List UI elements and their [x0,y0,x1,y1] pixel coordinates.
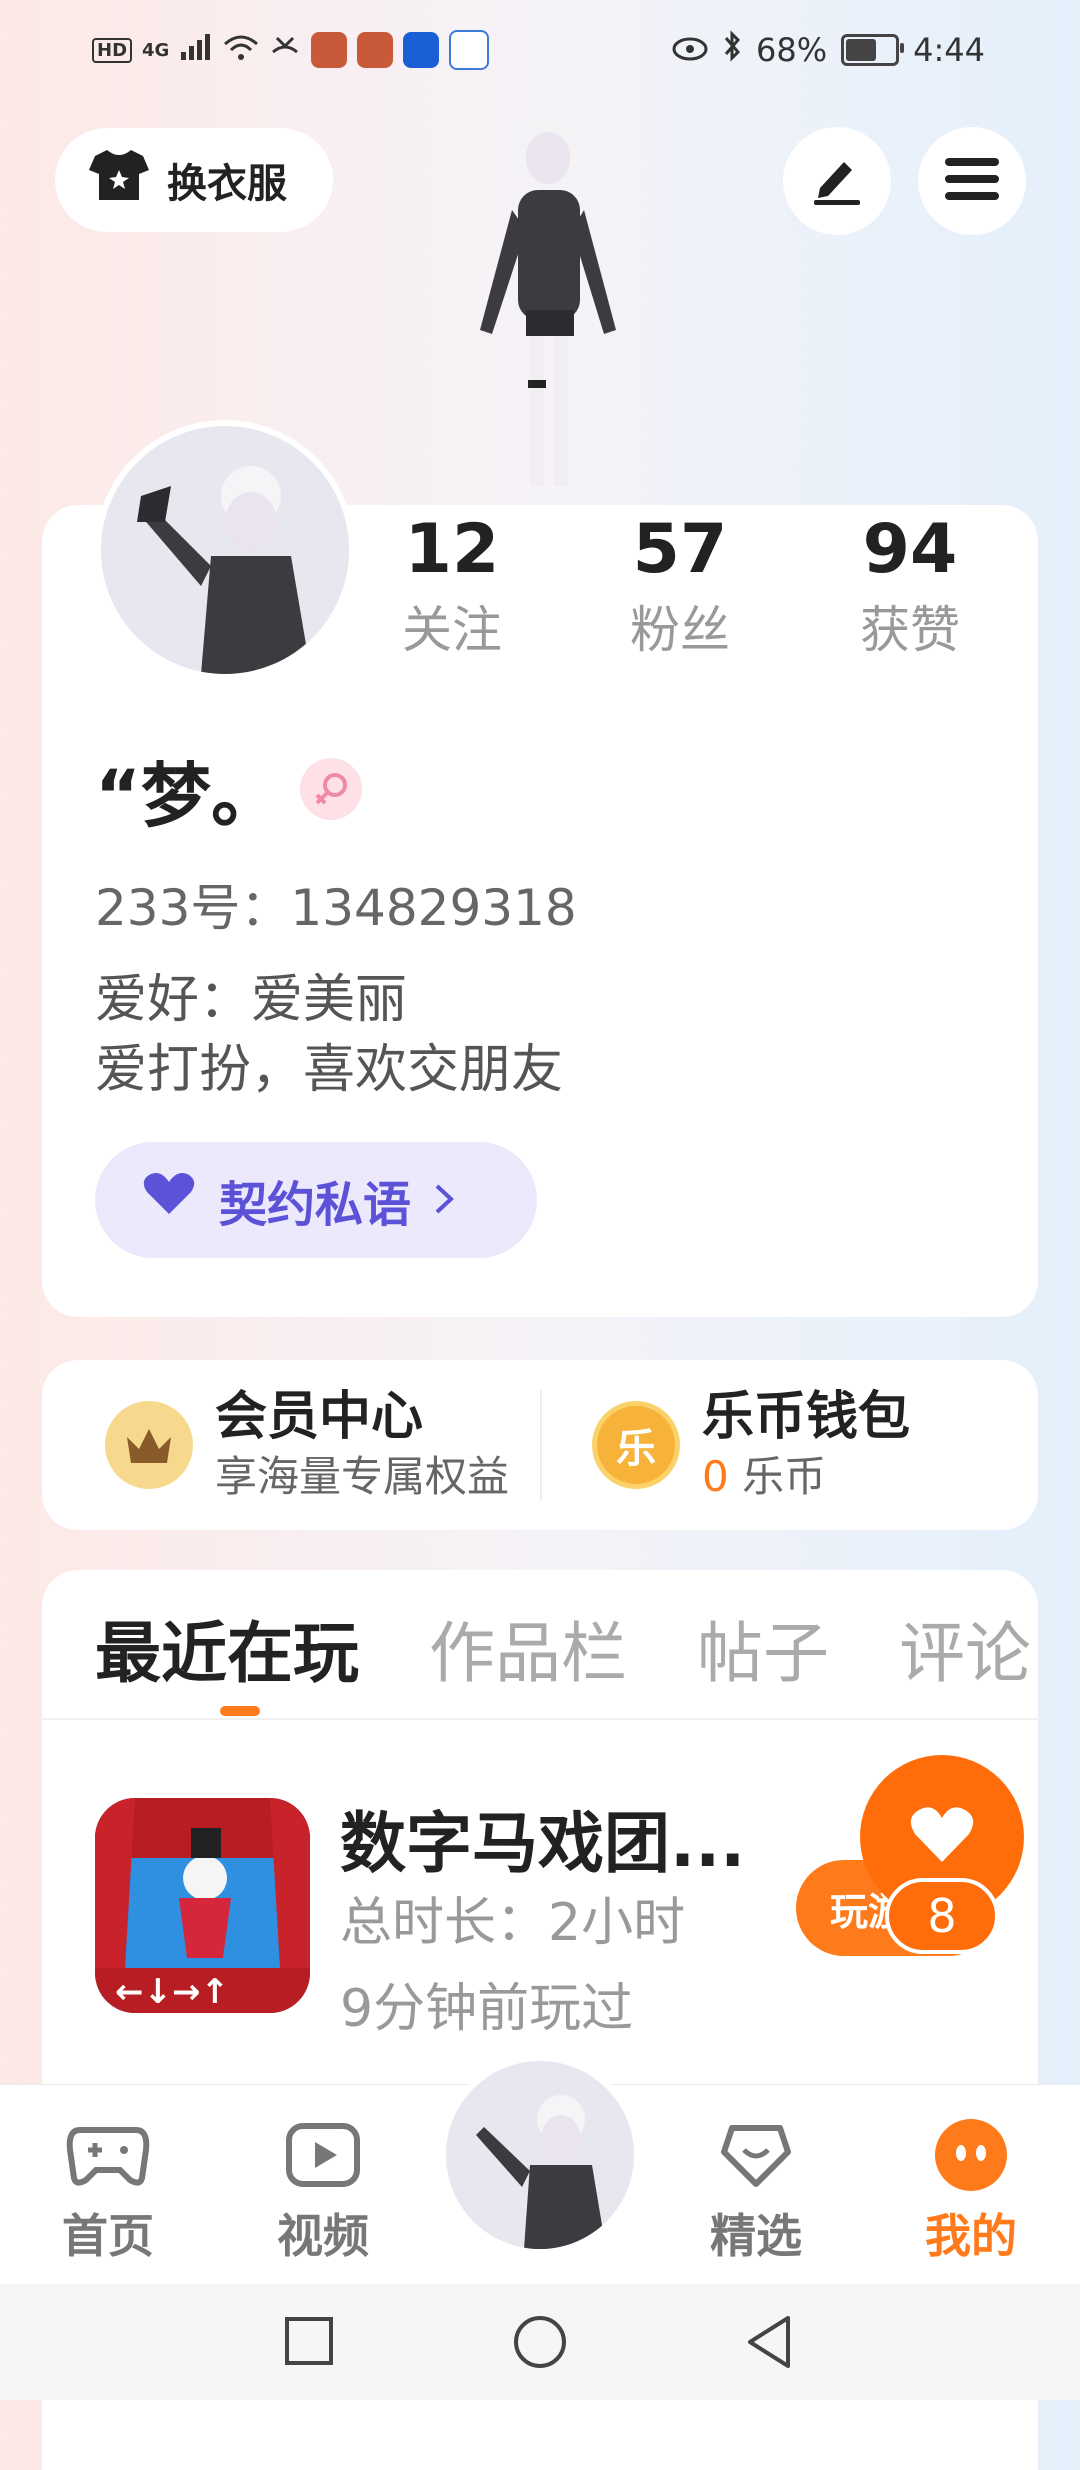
followers-label: 粉丝 [630,601,730,659]
bio-line: 爱好：爱美丽 [95,970,408,1030]
app-notification-icon [357,32,394,68]
crown-icon [105,1401,193,1489]
play-duration: 总时长：2小时 [340,1893,686,1953]
menu-icon [945,156,999,206]
followers-stat[interactable]: 57 粉丝 [580,505,780,665]
change-outfit-button[interactable]: 换衣服 [55,128,333,232]
game-title[interactable]: 数字马戏团... [340,1790,745,1886]
contract-whisper-button[interactable]: 契约私语 [95,1142,537,1258]
heart-icon [907,1804,977,1870]
home-icon[interactable] [512,2314,568,2374]
menu-button[interactable] [918,127,1026,235]
nav-home-label: 首页 [62,2209,154,2263]
avatar-character-figure[interactable] [440,100,660,510]
avatar[interactable] [95,420,355,680]
bio: 爱好：爱美丽 爱打扮，喜欢交朋友 [95,965,563,1105]
wallet-entry[interactable]: 乐 乐币钱包 0 乐币 [592,1360,910,1530]
likes-stat[interactable]: 94 获赞 [810,505,1010,665]
tab-posts[interactable]: 帖子 [697,1600,829,1696]
edit-profile-button[interactable] [783,127,891,235]
me-face-icon [891,2110,1051,2200]
featured-heart-icon [676,2110,836,2200]
member-center-entry[interactable]: 会员中心 享海量专属权益 [105,1360,509,1530]
bluetooth-icon [722,30,742,70]
followers-count: 57 [632,510,728,589]
contract-whisper-label: 契约私语 [219,1177,412,1233]
app-notification-icon [403,32,440,68]
nav-featured[interactable]: 精选 [676,2110,836,2266]
wallet-unit: 乐币 [742,1452,827,1501]
nav-me[interactable]: 我的 [891,2110,1051,2266]
app-notification-icon [311,32,348,68]
nav-featured-label: 精选 [710,2209,802,2263]
like-count-badge: 8 [885,1878,999,1954]
pencil-icon [810,152,864,210]
nav-video-label: 视频 [277,2209,369,2263]
game-meta: 总时长：2小时 9分钟前玩过 [340,1880,685,2052]
following-stat[interactable]: 12 关注 [352,505,552,665]
change-outfit-label: 换衣服 [167,161,287,207]
likes-count: 94 [862,510,958,589]
video-icon [243,2110,403,2200]
bio-line: 爱打扮，喜欢交朋友 [95,1040,564,1100]
gender-female-icon [300,758,362,820]
status-bar: HD 4G 68% 4:44 [0,0,1080,100]
username: “梦。 [95,755,282,837]
signal-icon [179,32,213,69]
following-count: 12 [404,510,500,589]
battery-icon [841,34,905,66]
wallet-balance: 0 乐币 [702,1449,910,1505]
recent-apps-icon[interactable] [284,2316,334,2370]
chevron-right-icon [433,1172,455,1228]
svg-text:←↓→↑: ←↓→↑ [115,1972,229,2012]
hd-indicator: HD [92,37,133,63]
tshirt-icon [87,146,151,214]
coin-icon: 乐 [592,1401,680,1489]
wifi-icon [223,32,259,69]
avatar [446,2061,634,2249]
game-icon[interactable]: ←↓→↑ [95,1798,310,2013]
eye-icon [672,31,708,69]
status-left: HD 4G [92,30,490,70]
divider [540,1390,542,1500]
system-navigation-bar [0,2284,1080,2400]
clock: 4:44 [913,31,985,69]
heart-icon [141,1170,197,1230]
likes-label: 获赞 [860,601,960,659]
battery-percent: 68% [756,31,828,69]
nav-home[interactable]: 首页 [28,2110,188,2266]
user-id: 233号：134829318 [95,879,577,937]
member-center-title: 会员中心 [215,1387,424,1447]
status-right: 68% 4:44 [672,30,985,70]
missed-call-icon [269,32,301,69]
divider [42,1718,1038,1720]
nav-video[interactable]: 视频 [243,2110,403,2266]
back-icon[interactable] [744,2314,794,2374]
tab-comments[interactable]: 评论 [899,1600,1031,1696]
network-label: 4G [142,39,170,61]
tab-recently-played[interactable]: 最近在玩 [95,1600,359,1696]
wallet-title: 乐币钱包 [702,1387,911,1447]
gamepad-icon [28,2110,188,2200]
tab-indicator [220,1706,260,1716]
profile-tabs: 最近在玩 作品栏 帖子 评论 [95,1600,1038,1696]
wallet-amount: 0 [702,1452,729,1501]
tab-works[interactable]: 作品栏 [429,1600,627,1696]
nav-avatar-button[interactable] [440,2055,640,2255]
app-notification-icon [449,30,490,70]
following-label: 关注 [402,601,502,659]
last-played: 9分钟前玩过 [340,1979,634,2039]
member-center-subtitle: 享海量专属权益 [215,1452,510,1501]
nav-me-label: 我的 [925,2209,1017,2263]
